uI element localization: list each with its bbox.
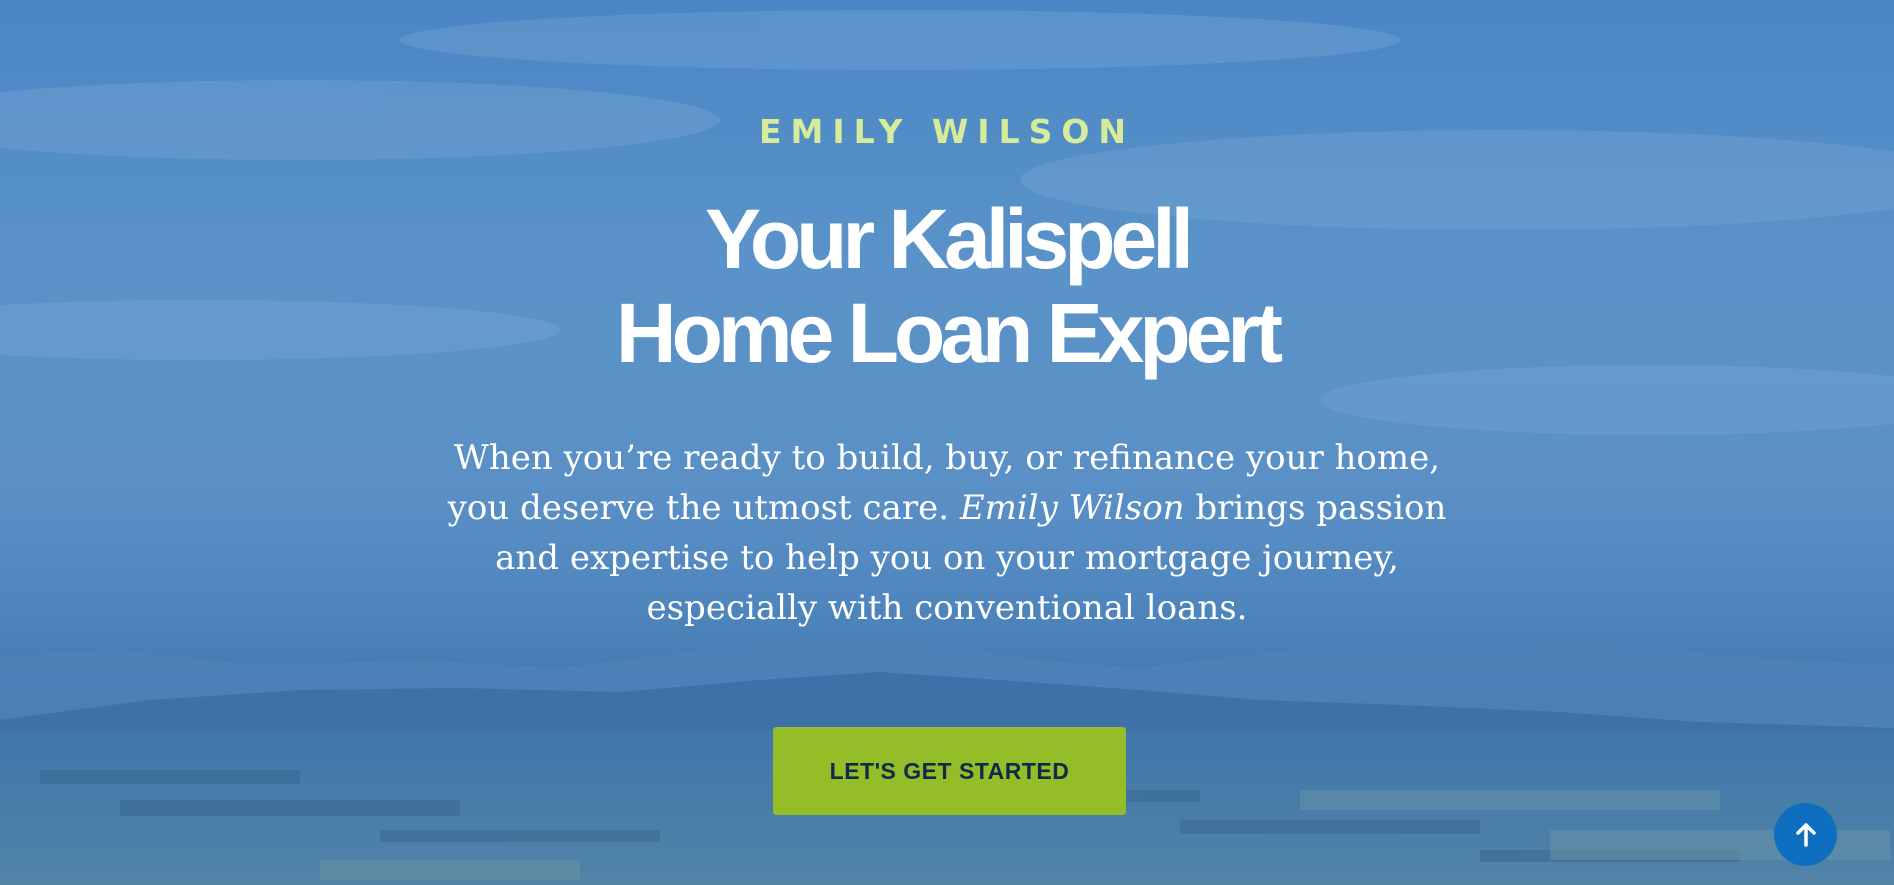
description-emphasis: Emily Wilson [959,488,1185,528]
hero-description: When you’re ready to build, buy, or refi… [447,433,1447,633]
get-started-button[interactable]: LET'S GET STARTED [773,727,1126,815]
eyebrow-name: EMILY WILSON [758,112,1136,151]
back-to-top-button[interactable] [1774,803,1837,866]
headline-line-1: Your Kalispell [705,192,1194,286]
arrow-up-icon [1795,822,1816,847]
hero-section: EMILY WILSON Your Kalispell Home Loan Ex… [0,0,1894,885]
hero-headline: Your Kalispell Home Loan Expert [0,192,1894,380]
headline-line-2: Home Loan Expert [615,286,1283,380]
